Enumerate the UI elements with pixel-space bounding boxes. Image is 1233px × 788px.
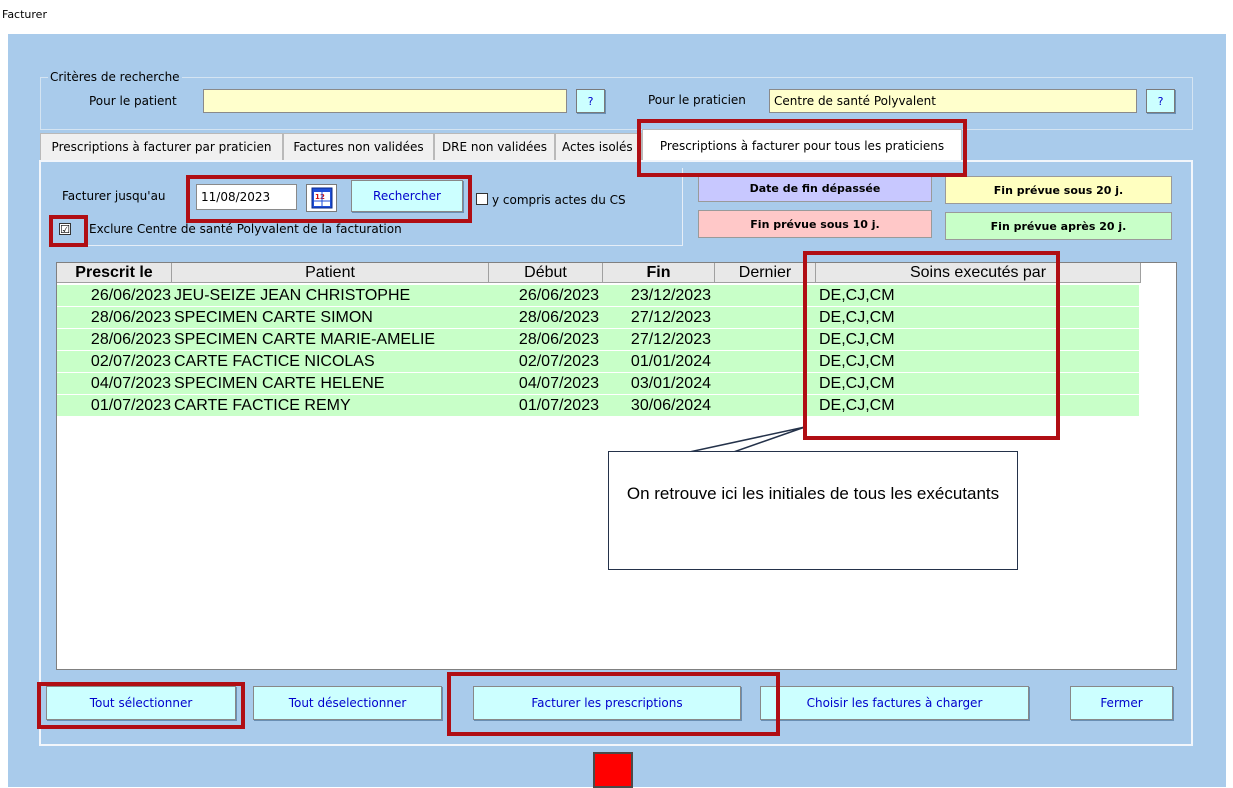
exclude-cs-label: Exclure Centre de santé Polyvalent de la…: [89, 222, 402, 236]
cell-dernier: [715, 329, 813, 350]
tab-factures-non-validees[interactable]: Factures non validées: [283, 133, 434, 160]
cell-patient: CARTE FACTICE REMY: [174, 397, 351, 414]
date-label: Facturer jusqu'au: [62, 189, 166, 203]
col-header-prescrit[interactable]: Prescrit le: [57, 263, 172, 283]
window-title: Facturer: [2, 8, 47, 21]
legend-fin-sous-20j: Fin prévue sous 20 j.: [945, 176, 1172, 204]
col-header-debut[interactable]: Début: [489, 263, 603, 283]
highlight-exclude-checkbox: [49, 215, 88, 247]
patient-label: Pour le patient: [89, 94, 177, 108]
callout-join: [682, 452, 728, 455]
highlight-bill-button: [447, 672, 780, 736]
include-cs-label: y compris actes du CS: [492, 193, 626, 207]
cell-prescrit: 02/07/2023: [90, 353, 171, 370]
col-header-fin[interactable]: Fin: [603, 263, 715, 283]
cell-dernier: [715, 351, 813, 372]
search-criteria-legend: Critères de recherche: [48, 70, 182, 84]
include-cs-checkbox[interactable]: [476, 193, 488, 205]
cell-dernier: [715, 307, 813, 328]
tab-actes-isoles[interactable]: Actes isolés: [555, 133, 642, 160]
cell-fin: 01/01/2024: [630, 353, 711, 370]
legend-date-depassee: Date de fin dépassée: [698, 174, 932, 202]
cell-prescrit: 04/07/2023: [90, 375, 171, 392]
cell-fin: 27/12/2023: [630, 331, 711, 348]
patient-help-button[interactable]: ?: [576, 89, 605, 113]
cell-fin: 30/06/2024: [630, 397, 711, 414]
callout-note: On retrouve ici les initiales de tous le…: [608, 451, 1018, 570]
status-indicator: [593, 752, 633, 788]
praticien-label: Pour le praticien: [648, 93, 746, 107]
cell-debut: 04/07/2023: [518, 375, 599, 392]
cell-dernier: [715, 373, 813, 394]
cell-prescrit: 01/07/2023: [90, 397, 171, 414]
cell-patient: CARTE FACTICE NICOLAS: [174, 353, 375, 370]
close-button[interactable]: Fermer: [1070, 686, 1173, 720]
praticien-input[interactable]: Centre de santé Polyvalent: [769, 89, 1137, 113]
patient-input[interactable]: [203, 89, 567, 113]
cell-patient: SPECIMEN CARTE HELENE: [174, 375, 385, 392]
cell-fin: 23/12/2023: [630, 287, 711, 304]
cell-prescrit: 28/06/2023: [90, 331, 171, 348]
cell-debut: 02/07/2023: [518, 353, 599, 370]
cell-prescrit: 26/06/2023: [90, 287, 171, 304]
legend-fin-apres-20j: Fin prévue après 20 j.: [945, 212, 1172, 240]
cell-debut: 28/06/2023: [518, 331, 599, 348]
tab-prescriptions-par-praticien[interactable]: Prescriptions à facturer par praticien: [40, 133, 283, 160]
cell-debut: 28/06/2023: [518, 309, 599, 326]
cell-fin: 27/12/2023: [630, 309, 711, 326]
cell-dernier: [715, 395, 813, 416]
cell-dernier: [715, 285, 813, 306]
cell-fin: 03/01/2024: [630, 375, 711, 392]
col-header-patient[interactable]: Patient: [172, 263, 489, 283]
highlight-date-search: [186, 175, 472, 223]
cell-patient: JEU-SEIZE JEAN CHRISTOPHE: [174, 287, 411, 304]
deselect-all-button[interactable]: Tout déselectionner: [253, 686, 442, 720]
cell-debut: 26/06/2023: [518, 287, 599, 304]
choose-invoices-button[interactable]: Choisir les factures à charger: [760, 686, 1029, 720]
cell-patient: SPECIMEN CARTE MARIE-AMELIE: [174, 331, 436, 348]
tab-dre-non-validees[interactable]: DRE non validées: [434, 133, 555, 160]
cell-debut: 01/07/2023: [518, 397, 599, 414]
cell-patient: SPECIMEN CARTE SIMON: [174, 309, 373, 326]
highlight-tab: [637, 119, 967, 177]
col-header-dernier[interactable]: Dernier: [715, 263, 816, 283]
legend-fin-sous-10j: Fin prévue sous 10 j.: [698, 210, 932, 238]
highlight-select-all: [37, 682, 245, 729]
praticien-help-button[interactable]: ?: [1146, 89, 1175, 113]
highlight-soins-column: [803, 251, 1060, 440]
cell-prescrit: 28/06/2023: [90, 309, 171, 326]
